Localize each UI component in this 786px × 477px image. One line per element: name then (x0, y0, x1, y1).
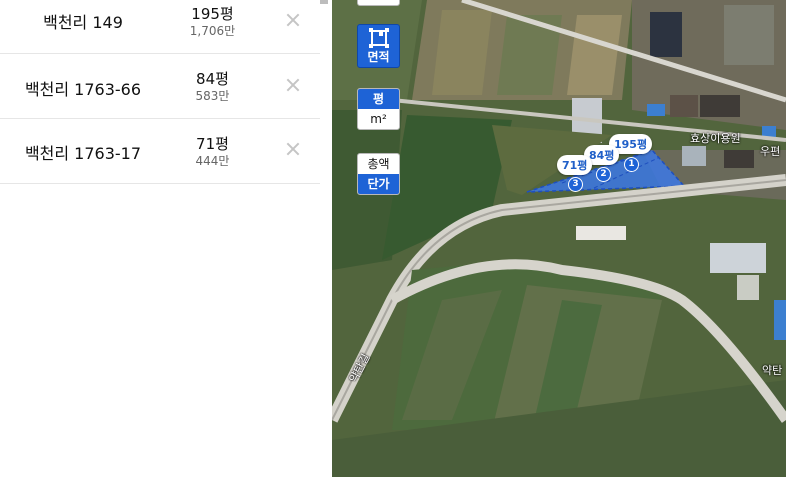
price-mode-toggle[interactable]: 총액 단가 (357, 153, 400, 195)
parcel-price: 444만 (195, 154, 230, 168)
unit-m2-option[interactable]: m² (358, 109, 399, 129)
parcel-area: 84평 (196, 70, 229, 88)
total-price-option[interactable]: 총액 (358, 154, 399, 174)
remove-parcel-button[interactable] (284, 140, 302, 158)
parcel-address: 백천리 1763-17 (24, 144, 142, 163)
place-label: 효상이용원 (690, 132, 741, 145)
parcel-number-marker[interactable]: 3 (568, 177, 583, 192)
parcel-address: 백천리 1763-66 (24, 80, 142, 99)
aerial-imagery (332, 0, 786, 477)
panel-divider (320, 0, 332, 477)
unit-toggle[interactable]: 평 m² (357, 88, 400, 130)
parcel-area: 195평 (191, 5, 234, 23)
parcel-area: 71평 (196, 135, 229, 153)
area-measure-button[interactable]: 면적 (357, 24, 400, 68)
place-label: 우편 (760, 145, 781, 158)
parcel-list-panel: 백천리 149 195평 1,706만 백천리 1763-66 84평 583만… (0, 0, 320, 477)
unit-price-option[interactable]: 단가 (358, 174, 399, 194)
parcel-address: 백천리 149 (43, 13, 123, 32)
parcel-number-marker[interactable]: 2 (596, 167, 611, 182)
map-control-stub[interactable] (357, 0, 400, 6)
parcel-price: 583만 (195, 89, 230, 103)
remove-parcel-button[interactable] (284, 76, 302, 94)
parcel-row[interactable]: 백천리 1763-66 84평 583만 (0, 54, 320, 119)
parcel-row[interactable]: 백천리 1763-17 71평 444만 (0, 119, 320, 184)
road-label: 약탄 (762, 364, 783, 377)
area-select-icon (368, 28, 387, 46)
scrollbar-thumb[interactable] (320, 0, 328, 4)
area-tool-label: 면적 (367, 50, 390, 64)
remove-parcel-button[interactable] (284, 11, 302, 29)
parcel-area-label[interactable]: 71평 (557, 155, 593, 175)
parcel-row[interactable]: 백천리 149 195평 1,706만 (0, 0, 320, 54)
satellite-map[interactable]: 면적 평 m² 총액 단가 195평 84평 71평 1 2 3 효상이용원 우… (332, 0, 786, 477)
parcel-price: 1,706만 (189, 24, 236, 38)
parcel-number-marker[interactable]: 1 (624, 157, 639, 172)
unit-pyeong-option[interactable]: 평 (358, 89, 399, 109)
